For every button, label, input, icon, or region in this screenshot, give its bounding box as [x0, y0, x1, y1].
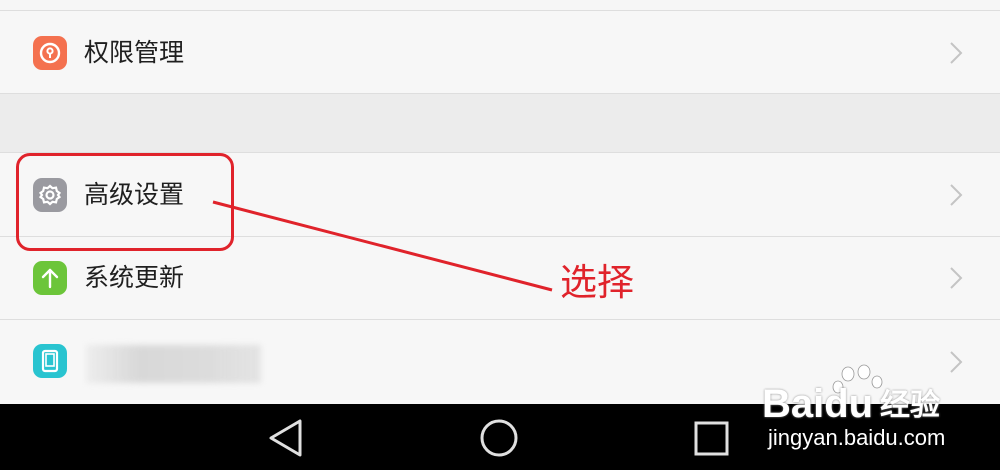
watermark-logo: Baidu: [762, 382, 874, 426]
chevron-right-icon: [948, 183, 964, 207]
chevron-right-icon: [948, 41, 964, 65]
annotation-label: 选择: [560, 261, 634, 304]
blurred-label: [86, 345, 261, 383]
arrow-up-icon: [33, 261, 67, 295]
watermark-url: jingyan.baidu.com: [768, 425, 946, 450]
home-circle-icon[interactable]: [480, 419, 518, 457]
highlight-box: [16, 153, 234, 251]
chevron-right-icon: [948, 350, 964, 374]
watermark-logo-cn: 经验: [880, 388, 940, 423]
section-gap: [0, 94, 1000, 152]
settings-item-label: 权限管理: [84, 38, 185, 67]
chevron-right-icon: [948, 266, 964, 290]
recent-square-icon[interactable]: [694, 421, 729, 456]
settings-item-permission[interactable]: 权限管理: [0, 11, 1000, 94]
permission-lock-icon: [33, 36, 67, 70]
settings-item-label: 系统更新: [84, 263, 185, 292]
settings-screen: 权限管理 高级设置 系统更新 选择 Baidu 经验 jingyan.baidu…: [0, 0, 1000, 470]
phone-device-icon: [33, 344, 67, 378]
back-triangle-icon[interactable]: [269, 419, 302, 457]
